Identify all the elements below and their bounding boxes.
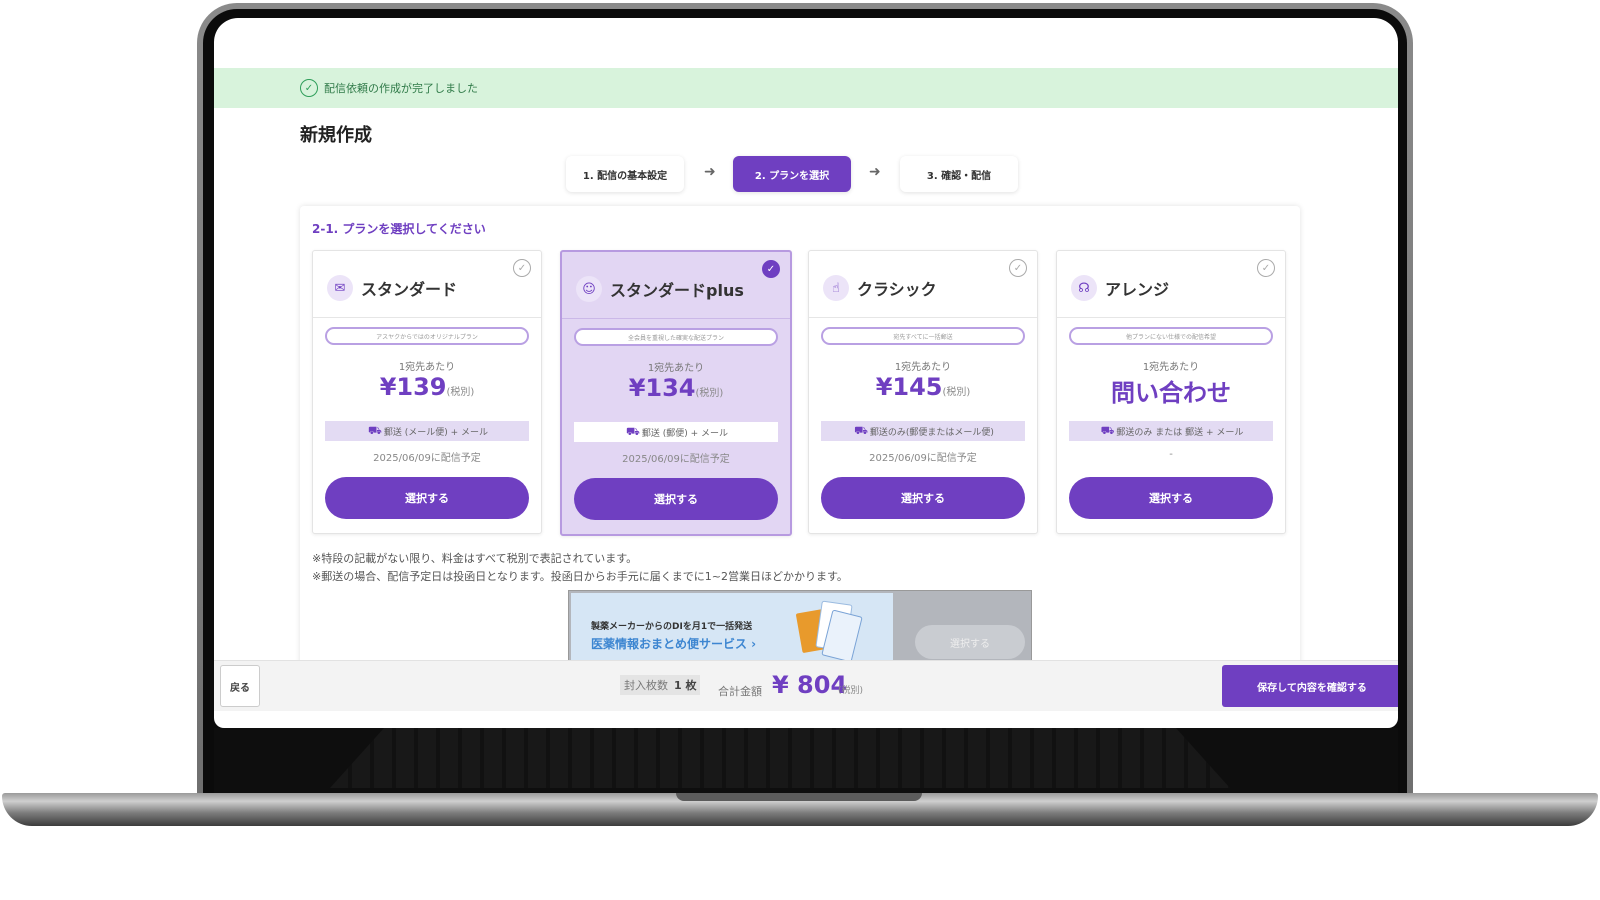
check-circle-icon: ✓: [1009, 259, 1027, 277]
section-heading: 2-1. プランを選択してください: [312, 222, 486, 236]
plan-price: ¥134(税別): [628, 374, 724, 402]
step-confirm-send[interactable]: 3. 確認・配信: [900, 156, 1018, 192]
enclosure-count: 封入枚数 1 枚: [620, 675, 701, 695]
laptop-base-notch: [676, 793, 922, 801]
screen: ✓ 配信依頼の作成が完了しました 新規作成 1. 配信の基本設定 ➜ 2. プラ…: [214, 18, 1398, 728]
plan-tag: 他プランにない仕様での配信希望: [1069, 327, 1273, 345]
delivery-method: ⛟ 郵送 (メール便) + メール: [325, 421, 529, 441]
divider: [313, 317, 541, 318]
group-icon: ☺: [576, 276, 602, 302]
delivery-date: 2025/06/09に配信予定: [373, 453, 481, 464]
plan-name: スタンダード: [361, 280, 458, 299]
check-circle-icon: ✓: [762, 260, 780, 278]
select-plan-button[interactable]: 選択する: [325, 477, 529, 519]
step-basic-settings[interactable]: 1. 配信の基本設定: [566, 156, 684, 192]
plan-tag: 全会員を重視した確実な配送プラン: [574, 328, 778, 346]
folders-icon: [796, 600, 863, 661]
check-circle-icon: ✓: [300, 79, 318, 97]
plan-name: アレンジ: [1105, 280, 1170, 299]
total-tax-note: (税別): [838, 686, 864, 696]
divider: [562, 318, 790, 319]
select-plan-button[interactable]: 選択する: [821, 477, 1025, 519]
back-button[interactable]: 戻る: [220, 665, 260, 707]
plan-panel: 2-1. プランを選択してください ✓ ✉ スタンダード アスヤクからではのオリ…: [300, 206, 1300, 686]
select-plan-button[interactable]: 選択する: [574, 478, 778, 520]
promo-banner[interactable]: 製薬メーカーからのDIを月1で一括発送 医薬情報おまとめ便サービス › 選択する: [568, 590, 1032, 662]
promo-link[interactable]: 医薬情報おまとめ便サービス ›: [591, 635, 756, 652]
footer-bar: 戻る 封入枚数 1 枚 合計金額 ¥ 804 (税別) 保存して内容を確認する: [214, 660, 1398, 711]
plan-price: 問い合わせ: [1111, 379, 1231, 407]
truck-icon: ⛟: [368, 423, 382, 437]
plan-card-standard-plus[interactable]: ✓ ☺ スタンダードplus 全会員を重視した確実な配送プラン 1宛先あたり ¥…: [560, 250, 792, 536]
promo-content: 製薬メーカーからのDIを月1で一括発送 医薬情報おまとめ便サービス ›: [571, 593, 893, 661]
delivery-method: ⛟ 郵送のみ(郵便またはメール便): [821, 421, 1025, 441]
promo-select-button[interactable]: 選択する: [915, 625, 1025, 659]
total-amount: ¥ 804: [772, 671, 848, 699]
delivery-date: -: [1169, 449, 1173, 460]
plan-name: スタンダードplus: [610, 281, 744, 300]
check-circle-icon: ✓: [513, 259, 531, 277]
mail-icon: ✉: [327, 275, 353, 301]
plan-price: ¥145(税別): [875, 373, 971, 401]
banner-message: 配信依頼の作成が完了しました: [324, 82, 478, 95]
plan-tag: アスヤクからではのオリジナルプラン: [325, 327, 529, 345]
keyboard: [330, 728, 1230, 788]
plan-price: ¥139(税別): [379, 373, 475, 401]
divider: [809, 317, 1037, 318]
delivery-date: 2025/06/09に配信予定: [622, 454, 730, 465]
arrow-right-icon: ➜: [704, 164, 716, 180]
select-plan-button[interactable]: 選択する: [1069, 477, 1273, 519]
stepper: 1. 配信の基本設定 ➜ 2. プランを選択 ➜ 3. 確認・配信: [214, 156, 1398, 192]
promo-subtitle: 製薬メーカーからのDIを月1で一括発送: [591, 622, 753, 632]
hand-icon: ☝: [823, 275, 849, 301]
plan-card-standard[interactable]: ✓ ✉ スタンダード アスヤクからではのオリジナルプラン 1宛先あたり ¥139…: [312, 250, 542, 534]
truck-icon: ⛟: [1100, 423, 1115, 437]
headset-icon: ☊: [1071, 275, 1097, 301]
total-label: 合計金額: [718, 685, 762, 698]
per-recipient-label: 1宛先あたり: [894, 362, 952, 373]
truck-icon: ⛟: [626, 424, 640, 438]
delivery-note: ※郵送の場合、配信予定日は投函日となります。投函日からお手元に届くまでに1~2営…: [312, 570, 848, 583]
delivery-method: ⛟ 郵送のみ または 郵送 + メール: [1069, 421, 1273, 441]
plan-card-classic[interactable]: ✓ ☝ クラシック 宛先すべてに一括郵送 1宛先あたり ¥145(税別) ⛟ 郵送…: [808, 250, 1038, 534]
truck-icon: ⛟: [854, 423, 868, 437]
divider: [1057, 317, 1285, 318]
check-circle-icon: ✓: [1257, 259, 1275, 277]
per-recipient-label: 1宛先あたり: [398, 362, 456, 373]
per-recipient-label: 1宛先あたり: [1142, 362, 1200, 373]
delivery-method: ⛟ 郵送 (郵便) + メール: [574, 422, 778, 442]
per-recipient-label: 1宛先あたり: [647, 363, 705, 374]
page-title: 新規作成: [300, 125, 372, 146]
tax-note: ※特段の記載がない限り、料金はすべて税別で表記されています。: [312, 552, 638, 565]
plan-name: クラシック: [857, 280, 937, 299]
plan-tag: 宛先すべてに一括郵送: [821, 327, 1025, 345]
plan-card-arrange[interactable]: ✓ ☊ アレンジ 他プランにない仕様での配信希望 1宛先あたり 問い合わせ ⛟ 郵…: [1056, 250, 1286, 534]
success-banner: ✓ 配信依頼の作成が完了しました: [214, 68, 1398, 108]
step-select-plan[interactable]: 2. プランを選択: [733, 156, 851, 192]
delivery-date: 2025/06/09に配信予定: [869, 453, 977, 464]
arrow-right-icon: ➜: [869, 164, 881, 180]
save-and-confirm-button[interactable]: 保存して内容を確認する: [1222, 665, 1398, 707]
